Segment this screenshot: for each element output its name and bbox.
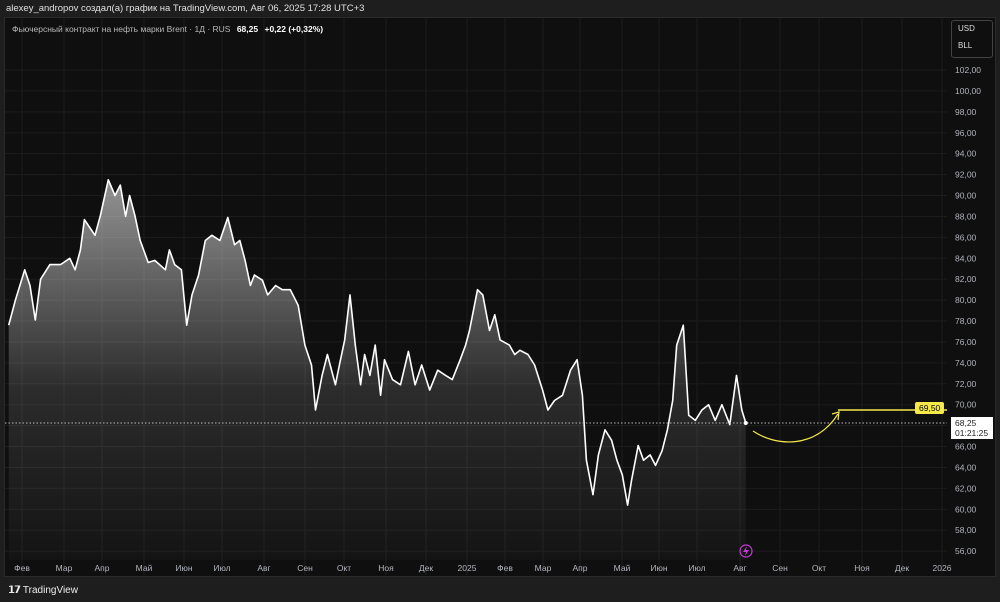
y-tick-label: 94,00: [955, 149, 977, 159]
y-tick-label: 102,00: [955, 65, 981, 75]
x-tick-label: 2025: [458, 563, 477, 573]
x-tick-label: Авг: [257, 563, 270, 573]
x-tick-label: Мар: [535, 563, 552, 573]
y-tick-label: 80,00: [955, 295, 977, 305]
price-chart[interactable]: 56,0058,0060,0062,0064,0066,0068,0070,00…: [0, 0, 1000, 602]
unit-selector[interactable]: USD BLL: [951, 20, 993, 58]
arrow-head-icon: [831, 411, 840, 421]
x-tick-label: Июн: [650, 563, 667, 573]
symbol-legend[interactable]: Фьючерсный контракт на нефть марки Brent…: [12, 24, 323, 34]
last-price: 68,25: [236, 24, 259, 34]
y-tick-label: 78,00: [955, 316, 977, 326]
y-tick-label: 56,00: [955, 546, 977, 556]
tradingview-footer[interactable]: 𝟭𝟳 TradingView: [8, 585, 78, 596]
y-tick-label: 60,00: [955, 504, 977, 514]
last-point-marker: [743, 421, 748, 426]
tradingview-logo-icon: 𝟭𝟳: [8, 585, 21, 596]
x-tick-label: Фев: [497, 563, 513, 573]
x-tick-label: Июл: [213, 563, 230, 573]
y-tick-label: 64,00: [955, 462, 977, 472]
x-tick-label: Авг: [733, 563, 746, 573]
y-tick-label: 92,00: [955, 170, 977, 180]
current-price: 68,25: [955, 418, 977, 428]
symbol-name: Фьючерсный контракт на нефть марки Brent…: [12, 24, 231, 34]
y-tick-label: 66,00: [955, 442, 977, 452]
x-tick-label: Мар: [56, 563, 73, 573]
y-tick-label: 96,00: [955, 128, 977, 138]
y-tick-label: 90,00: [955, 191, 977, 201]
y-tick-label: 72,00: [955, 379, 977, 389]
x-tick-label: Дек: [419, 563, 433, 573]
y-tick-label: 84,00: [955, 253, 977, 263]
brand-name: TradingView: [22, 585, 78, 596]
unit-label[interactable]: BLL: [952, 38, 992, 55]
y-tick-label: 76,00: [955, 337, 977, 347]
y-tick-label: 98,00: [955, 107, 977, 117]
y-tick-label: 70,00: [955, 400, 977, 410]
y-tick-label: 82,00: [955, 274, 977, 284]
bar-countdown: 01:21:25: [955, 428, 989, 438]
y-tick-label: 100,00: [955, 86, 981, 96]
currency-label[interactable]: USD: [952, 21, 992, 38]
x-tick-label: 2026: [933, 563, 952, 573]
y-tick-label: 88,00: [955, 211, 977, 221]
x-tick-label: Окт: [337, 563, 351, 573]
x-tick-label: Апр: [573, 563, 588, 573]
y-tick-label: 62,00: [955, 483, 977, 493]
x-tick-label: Фев: [14, 563, 30, 573]
y-tick-label: 58,00: [955, 525, 977, 535]
x-tick-label: Сен: [772, 563, 788, 573]
y-tick-label: 86,00: [955, 232, 977, 242]
x-tick-label: Май: [614, 563, 631, 573]
x-tick-label: Май: [136, 563, 153, 573]
x-tick-label: Сен: [297, 563, 313, 573]
forecast-arrow[interactable]: [752, 413, 839, 443]
current-price-label: 68,25 01:21:25: [951, 417, 993, 439]
x-tick-label: Апр: [95, 563, 110, 573]
x-tick-label: Окт: [812, 563, 826, 573]
price-change: +0,22 (+0,32%): [264, 24, 324, 34]
x-tick-label: Июн: [175, 563, 192, 573]
x-tick-label: Ноя: [854, 563, 870, 573]
x-tick-label: Дек: [895, 563, 909, 573]
x-tick-label: Июл: [688, 563, 705, 573]
x-tick-label: Ноя: [378, 563, 394, 573]
target-price-label: 69,50: [915, 402, 945, 414]
y-tick-label: 74,00: [955, 358, 977, 368]
